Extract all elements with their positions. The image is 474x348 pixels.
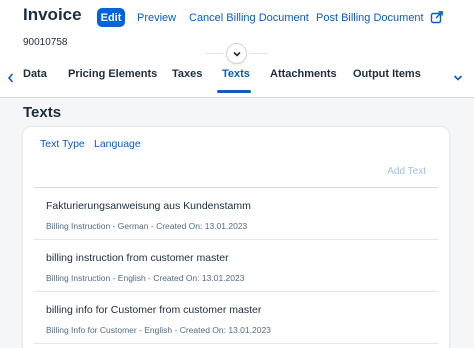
table-row[interactable]: Fakturierungsanweisung aus Kundenstamm B… bbox=[34, 188, 438, 240]
language-column[interactable]: Language bbox=[94, 138, 141, 150]
page-title: Invoice bbox=[23, 5, 82, 24]
tab-output-items[interactable]: Output Items bbox=[353, 68, 421, 80]
row-title: Fakturierungsanweisung aus Kundenstamm bbox=[46, 200, 251, 212]
chevron-down-icon bbox=[232, 51, 241, 57]
post-billing-document-button[interactable]: Post Billing Document bbox=[316, 12, 424, 24]
tab-taxes[interactable]: Taxes bbox=[172, 68, 202, 80]
row-subtitle: Billing Instruction - German - Created O… bbox=[46, 221, 248, 231]
cancel-billing-document-button[interactable]: Cancel Billing Document bbox=[189, 12, 309, 24]
collapse-divider-left bbox=[205, 53, 223, 54]
chevron-left-icon bbox=[7, 73, 14, 83]
document-number: 90010758 bbox=[23, 37, 68, 48]
text-type-column[interactable]: Text Type bbox=[40, 138, 85, 150]
tab-scroll-left[interactable] bbox=[4, 70, 18, 86]
tab-bar: Data Pricing Elements Taxes Texts Attach… bbox=[0, 62, 474, 98]
table-row[interactable]: billing instruction from customer master… bbox=[34, 240, 438, 292]
tab-data[interactable]: Data bbox=[23, 68, 47, 80]
tab-attachments[interactable]: Attachments bbox=[270, 68, 337, 80]
share-icon[interactable] bbox=[430, 10, 444, 24]
collapse-header-button[interactable] bbox=[227, 44, 246, 63]
section-title: Texts bbox=[23, 104, 62, 121]
edit-button[interactable]: Edit bbox=[97, 8, 125, 27]
active-tab-indicator bbox=[217, 90, 251, 93]
tab-overflow-button[interactable] bbox=[451, 70, 465, 86]
texts-table-card: Text Type Language Add Text Fakturierung… bbox=[23, 127, 449, 348]
table-row[interactable]: billing info for Customer from customer … bbox=[34, 292, 438, 344]
tab-texts[interactable]: Texts bbox=[222, 68, 250, 80]
object-page-header: Invoice Edit Preview Cancel Billing Docu… bbox=[0, 0, 474, 98]
row-title: billing info for Customer from customer … bbox=[46, 304, 262, 316]
add-text-button[interactable]: Add Text bbox=[387, 166, 426, 177]
row-subtitle: Billing Info for Customer - English - Cr… bbox=[46, 325, 271, 335]
tab-pricing-elements[interactable]: Pricing Elements bbox=[68, 68, 157, 80]
row-subtitle: Billing Instruction - English - Created … bbox=[46, 273, 245, 283]
row-title: billing instruction from customer master bbox=[46, 252, 229, 264]
preview-button[interactable]: Preview bbox=[137, 12, 176, 24]
chevron-down-icon bbox=[453, 75, 463, 81]
collapse-divider-right bbox=[250, 53, 268, 54]
